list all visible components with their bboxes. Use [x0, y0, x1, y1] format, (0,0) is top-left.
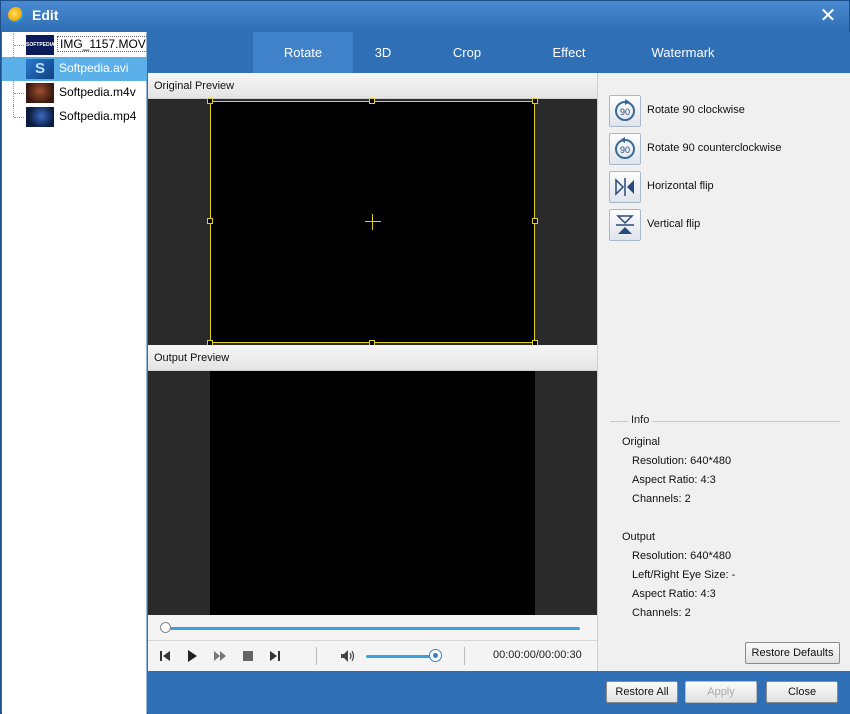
crop-handle-right[interactable]	[532, 218, 538, 224]
svg-text:90: 90	[620, 145, 630, 155]
action-label: Rotate 90 clockwise	[647, 104, 745, 116]
svg-text:90: 90	[620, 107, 630, 117]
vertical-flip-icon	[609, 209, 641, 241]
preview-area: Original Preview Output Preview 00:00:00…	[148, 73, 597, 671]
close-window-icon[interactable]: ✕	[817, 5, 839, 27]
original-resolution: Resolution: 640*480	[632, 455, 732, 467]
play-icon[interactable]	[183, 647, 201, 665]
divider	[464, 647, 465, 665]
volume-icon[interactable]	[339, 647, 357, 665]
title-bar: Edit ✕	[1, 1, 849, 31]
crop-handle-top[interactable]	[369, 98, 375, 104]
info-group: Info Original Resolution: 640*480 Aspect…	[610, 414, 840, 619]
output-eye-size: Left/Right Eye Size: -	[632, 569, 736, 581]
original-heading: Original	[622, 436, 660, 448]
fast-forward-icon[interactable]	[211, 647, 229, 665]
tab-effect[interactable]: Effect	[533, 32, 605, 73]
file-item-softpedia-avi[interactable]: S Softpedia.avi	[2, 57, 147, 81]
output-heading: Output	[622, 531, 656, 543]
edit-tabs: Rotate 3D Crop Effect Watermark	[148, 32, 850, 73]
original-preview	[148, 98, 597, 346]
output-preview	[148, 371, 597, 615]
thumbnail-logo-text: S	[34, 60, 45, 77]
seek-track[interactable]	[164, 627, 580, 630]
seek-bar	[148, 615, 597, 641]
tab-3d[interactable]: 3D	[353, 32, 413, 73]
window-title: Edit	[32, 7, 59, 23]
crop-handle-top-left[interactable]	[207, 98, 213, 104]
file-list: SOFTPEDIA IMG_1157.MOV S Softpedia.avi S…	[2, 32, 149, 714]
restore-defaults-button[interactable]: Restore Defaults	[745, 642, 840, 664]
file-item-img-1157-mov[interactable]: SOFTPEDIA IMG_1157.MOV	[2, 33, 149, 57]
tree-connector	[13, 33, 25, 57]
crop-handle-top-right[interactable]	[532, 98, 538, 104]
edit-window: Edit ✕ SOFTPEDIA IMG_1157.MOV S Softpedi…	[0, 0, 850, 714]
tab-watermark[interactable]: Watermark	[638, 32, 728, 73]
file-name: Softpedia.avi	[59, 61, 129, 75]
file-item-softpedia-m4v[interactable]: Softpedia.m4v	[2, 81, 147, 105]
divider	[316, 647, 317, 665]
timecode: 00:00:00/00:00:30	[493, 649, 582, 661]
action-label: Rotate 90 counterclockwise	[647, 142, 782, 154]
crop-frame[interactable]	[207, 98, 538, 346]
output-aspect-ratio: Aspect Ratio: 4:3	[632, 588, 716, 600]
action-label: Horizontal flip	[647, 180, 714, 192]
previous-icon[interactable]	[156, 647, 174, 665]
file-name: Softpedia.m4v	[59, 85, 136, 99]
file-thumbnail: S	[26, 59, 54, 79]
file-thumbnail	[26, 83, 54, 103]
action-label: Vertical flip	[647, 218, 701, 230]
info-title: Info	[628, 414, 653, 426]
original-channels: Channels: 2	[632, 493, 691, 505]
output-video-frame	[210, 371, 535, 615]
tree-connector	[13, 81, 25, 105]
volume-track[interactable]	[366, 655, 436, 658]
player-controls: 00:00:00/00:00:30	[148, 641, 597, 671]
file-item-softpedia-mp4[interactable]: Softpedia.mp4	[2, 105, 147, 129]
file-thumbnail: SOFTPEDIA	[26, 35, 55, 55]
tab-rotate[interactable]: Rotate	[253, 32, 353, 73]
close-button[interactable]: Close	[766, 681, 838, 703]
file-name: IMG_1157.MOV	[57, 36, 149, 52]
stop-icon[interactable]	[239, 647, 257, 665]
thumbnail-logo-text: SOFTPEDIA	[26, 42, 55, 48]
rotate-panel: 90 Rotate 90 clockwise 90 Rotate 90 coun…	[597, 73, 850, 671]
rotate-clockwise-icon: 90	[609, 95, 641, 127]
tree-connector	[13, 57, 25, 81]
file-thumbnail	[26, 107, 54, 127]
next-icon[interactable]	[266, 647, 284, 665]
output-preview-label: Output Preview	[148, 345, 597, 371]
app-icon	[8, 7, 24, 23]
bottom-bar: Restore All Apply Close	[148, 671, 850, 714]
tree-connector	[13, 105, 25, 118]
horizontal-flip-icon	[609, 171, 641, 203]
output-channels: Channels: 2	[632, 607, 691, 619]
file-name: Softpedia.mp4	[59, 109, 137, 123]
output-resolution: Resolution: 640*480	[632, 550, 732, 562]
apply-button[interactable]: Apply	[685, 681, 757, 703]
tab-crop[interactable]: Crop	[431, 32, 503, 73]
seek-knob[interactable]	[160, 622, 171, 633]
crosshair-icon	[365, 221, 381, 222]
rotate-counterclockwise-icon: 90	[609, 133, 641, 165]
crosshair-icon	[372, 214, 373, 230]
restore-all-button[interactable]: Restore All	[606, 681, 678, 703]
original-aspect-ratio: Aspect Ratio: 4:3	[632, 474, 716, 486]
original-preview-label: Original Preview	[148, 73, 597, 99]
volume-knob[interactable]	[429, 649, 442, 662]
crop-handle-left[interactable]	[207, 218, 213, 224]
